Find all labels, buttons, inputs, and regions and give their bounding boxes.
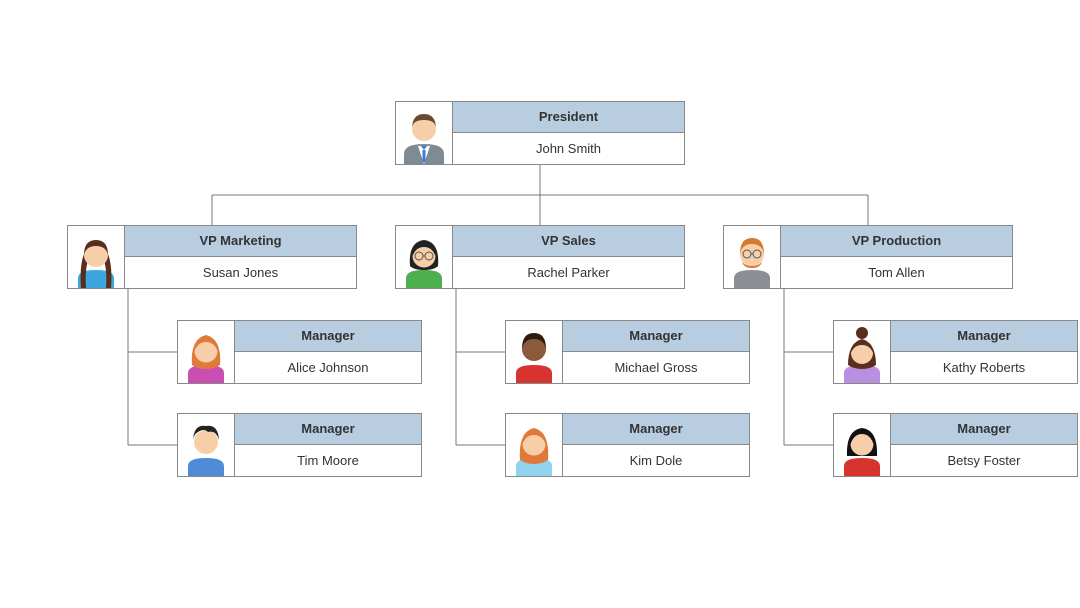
name-mgr-kathy: Kathy Roberts [891, 352, 1077, 383]
node-vp-marketing: VP Marketing Susan Jones [67, 225, 357, 289]
node-mgr-kim-dole: Manager Kim Dole [505, 413, 750, 477]
name-mgr-alice: Alice Johnson [235, 352, 421, 383]
name-vp-sales: Rachel Parker [453, 257, 684, 288]
name-mgr-michael: Michael Gross [563, 352, 749, 383]
node-mgr-betsy-foster: Manager Betsy Foster [833, 413, 1078, 477]
org-chart-connectors [0, 0, 1080, 608]
title-mgr-kathy: Manager [891, 321, 1077, 352]
title-mgr-betsy: Manager [891, 414, 1077, 445]
title-mgr-alice: Manager [235, 321, 421, 352]
node-mgr-tim-moore: Manager Tim Moore [177, 413, 422, 477]
name-vp-production: Tom Allen [781, 257, 1012, 288]
title-mgr-michael: Manager [563, 321, 749, 352]
avatar-kathy-roberts [834, 321, 891, 383]
avatar-john-smith [396, 102, 453, 164]
name-mgr-betsy: Betsy Foster [891, 445, 1077, 476]
avatar-michael-gross [506, 321, 563, 383]
node-mgr-alice-johnson: Manager Alice Johnson [177, 320, 422, 384]
avatar-betsy-foster [834, 414, 891, 476]
node-vp-sales: VP Sales Rachel Parker [395, 225, 685, 289]
node-mgr-kathy-roberts: Manager Kathy Roberts [833, 320, 1078, 384]
title-mgr-tim: Manager [235, 414, 421, 445]
avatar-tom-allen [724, 226, 781, 288]
avatar-tim-moore [178, 414, 235, 476]
name-mgr-tim: Tim Moore [235, 445, 421, 476]
title-president: President [453, 102, 684, 133]
node-vp-production: VP Production Tom Allen [723, 225, 1013, 289]
title-vp-production: VP Production [781, 226, 1012, 257]
avatar-rachel-parker [396, 226, 453, 288]
name-president: John Smith [453, 133, 684, 164]
name-vp-marketing: Susan Jones [125, 257, 356, 288]
node-president: President John Smith [395, 101, 685, 165]
node-mgr-michael-gross: Manager Michael Gross [505, 320, 750, 384]
avatar-alice-johnson [178, 321, 235, 383]
title-mgr-kim: Manager [563, 414, 749, 445]
title-vp-sales: VP Sales [453, 226, 684, 257]
avatar-susan-jones [68, 226, 125, 288]
avatar-kim-dole [506, 414, 563, 476]
name-mgr-kim: Kim Dole [563, 445, 749, 476]
title-vp-marketing: VP Marketing [125, 226, 356, 257]
